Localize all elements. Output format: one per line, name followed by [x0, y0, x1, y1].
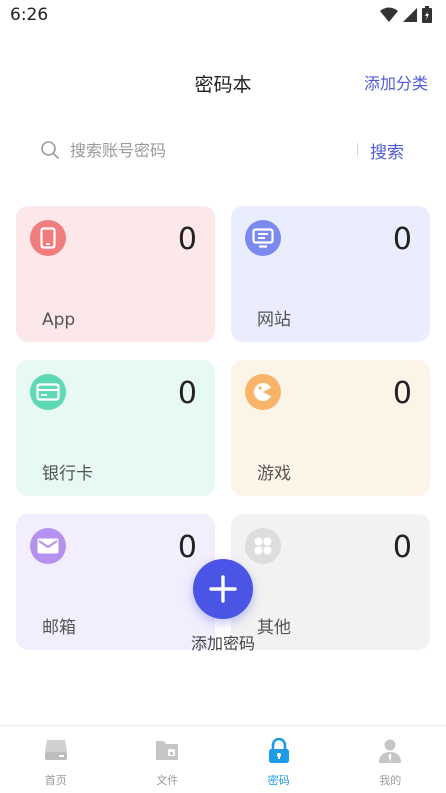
signal-icon — [402, 7, 418, 27]
category-count: 0 — [392, 222, 412, 257]
category-count: 0 — [177, 222, 197, 257]
search-button[interactable]: 搜索 — [370, 138, 404, 163]
lock-icon — [267, 737, 291, 768]
folder-icon — [154, 738, 180, 766]
card-icon — [30, 374, 66, 410]
status-bar: 6:26 — [0, 0, 446, 32]
add-category-button[interactable]: 添加分类 — [364, 70, 428, 94]
category-count: 0 — [177, 376, 197, 411]
category-card-app[interactable]: 0 App — [16, 206, 215, 342]
category-count: 0 — [392, 530, 412, 565]
tab-passwords[interactable]: 密码 — [223, 726, 335, 793]
tab-files[interactable]: 文件 — [112, 726, 224, 793]
home-icon — [43, 738, 69, 766]
add-password-button[interactable] — [193, 559, 253, 619]
user-icon — [377, 738, 403, 768]
add-password-label[interactable]: 添加密码 — [173, 630, 273, 654]
header: 密码本 添加分类 — [0, 60, 446, 104]
gamepad-icon — [245, 374, 281, 410]
tab-label: 文件 — [156, 774, 179, 787]
category-label: 网站 — [257, 310, 291, 330]
battery-icon — [422, 6, 432, 27]
tab-label: 首页 — [44, 774, 67, 787]
category-label: 游戏 — [257, 464, 291, 484]
plus-icon — [209, 575, 237, 603]
tab-profile[interactable]: 我的 — [335, 726, 446, 793]
category-count: 0 — [392, 376, 412, 411]
wifi-icon — [380, 7, 398, 27]
mail-icon — [30, 528, 66, 564]
bottom-tab-bar: 首页 文件 密码 我的 — [0, 725, 446, 793]
tab-label: 我的 — [379, 774, 402, 787]
search-input[interactable] — [70, 134, 350, 166]
phone-icon — [30, 220, 66, 256]
category-label: 银行卡 — [42, 464, 93, 484]
search-icon — [40, 140, 60, 164]
search-bar: 搜索 — [22, 130, 426, 170]
search-divider — [357, 143, 358, 157]
status-time: 6:26 — [10, 5, 49, 25]
category-card-bank-card[interactable]: 0 银行卡 — [16, 360, 215, 496]
category-card-website[interactable]: 0 网站 — [231, 206, 430, 342]
tab-home[interactable]: 首页 — [0, 726, 112, 793]
category-card-game[interactable]: 0 游戏 — [231, 360, 430, 496]
monitor-icon — [245, 220, 281, 256]
category-label: App — [42, 310, 76, 330]
tab-label: 密码 — [267, 774, 290, 787]
grid-icon — [245, 528, 281, 564]
status-icons — [380, 6, 432, 27]
category-count: 0 — [177, 530, 197, 565]
category-label: 邮箱 — [42, 618, 76, 638]
